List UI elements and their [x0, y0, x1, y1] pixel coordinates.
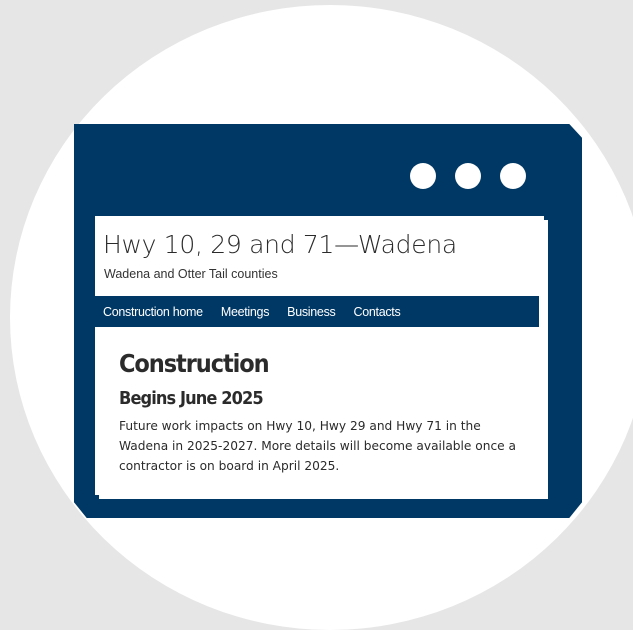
site-nav: Construction home Meetings Business Cont…	[95, 296, 539, 327]
content-subheading: Begins June 2025	[119, 388, 264, 409]
content-heading: Construction	[119, 349, 270, 378]
window-dot-icon	[455, 163, 481, 189]
browser-viewport: Hwy 10, 29 and 71—Wadena Wadena and Otte…	[95, 216, 544, 495]
browser-window-illustration: Hwy 10, 29 and 71—Wadena Wadena and Otte…	[74, 124, 582, 518]
nav-item-meetings[interactable]: Meetings	[221, 305, 270, 319]
site-subtitle: Wadena and Otter Tail counties	[104, 267, 278, 281]
window-dot-icon	[500, 163, 526, 189]
nav-item-business[interactable]: Business	[287, 305, 336, 319]
content-body: Future work impacts on Hwy 10, Hwy 29 an…	[119, 419, 517, 473]
site-title: Hwy 10, 29 and 71—Wadena	[103, 230, 457, 259]
nav-item-construction-home[interactable]: Construction home	[103, 305, 203, 319]
nav-item-contacts[interactable]: Contacts	[353, 305, 400, 319]
window-dot-icon	[410, 163, 436, 189]
